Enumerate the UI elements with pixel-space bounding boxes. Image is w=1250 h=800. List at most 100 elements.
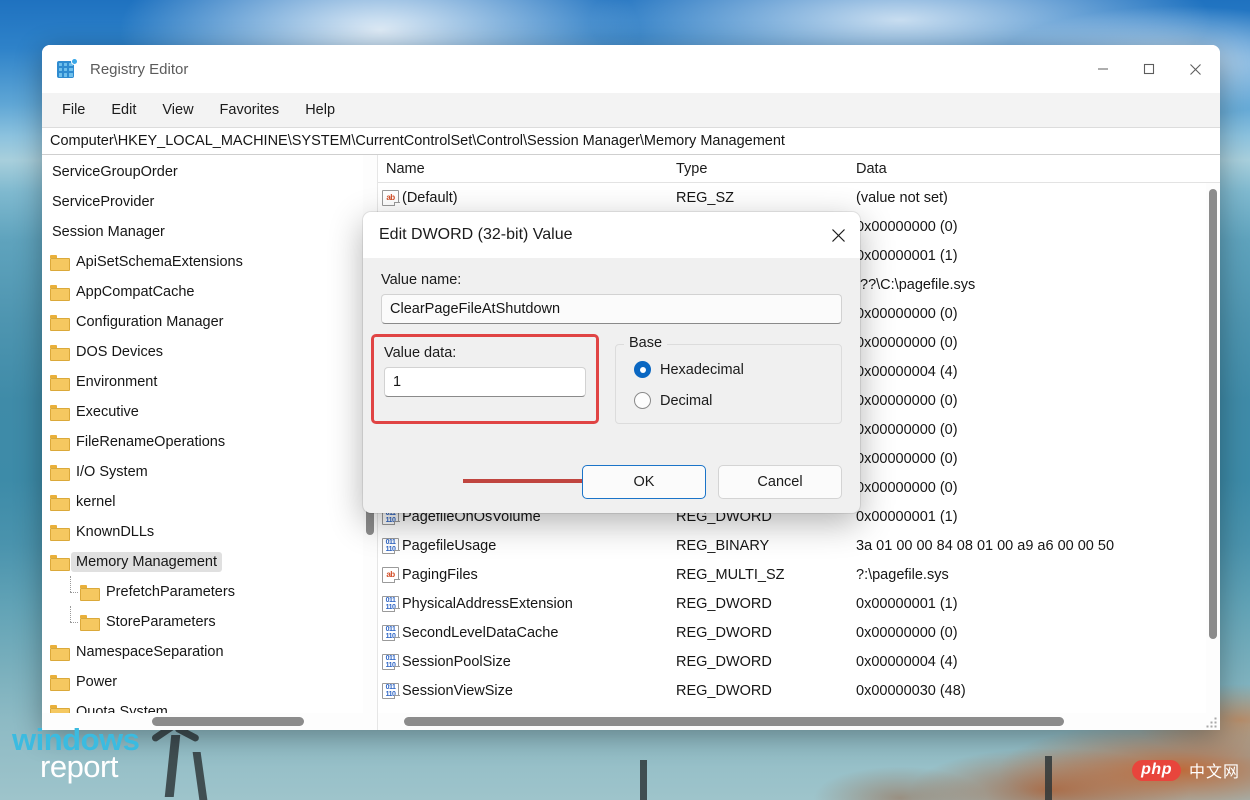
values-cell-data: 0x00000004 (4): [848, 364, 1206, 380]
values-cell-name: 011110PagefileUsage: [378, 538, 668, 554]
window-resize-grip[interactable]: [1206, 716, 1218, 728]
php-logo: php: [1132, 760, 1181, 781]
registry-editor-icon: [56, 58, 78, 80]
folder-icon: [50, 375, 68, 389]
tree-item-label: KnownDLLs: [71, 522, 159, 542]
tree-item[interactable]: AppCompatCache: [42, 277, 363, 307]
windows-report-watermark: windows report: [12, 726, 139, 781]
values-row[interactable]: ab(Default)REG_SZ(value not set): [378, 183, 1206, 212]
close-button[interactable]: [1172, 45, 1218, 93]
values-cell-name: 011110SessionPoolSize: [378, 654, 668, 670]
tree-item-label: Power: [71, 672, 122, 692]
dialog-middle-row: Value data: 1 Base Hexadecimal Decimal: [381, 340, 842, 424]
tree-hscroll-thumb[interactable]: [152, 717, 304, 726]
tree-item[interactable]: Quota System: [42, 697, 363, 713]
tree-item[interactable]: ServiceProvider: [42, 187, 363, 217]
tree-item[interactable]: Environment: [42, 367, 363, 397]
tree-item[interactable]: KnownDLLs: [42, 517, 363, 547]
dialog-title: Edit DWORD (32-bit) Value: [379, 226, 816, 244]
values-cell-data: 0x00000001 (1): [848, 596, 1206, 612]
tree-item[interactable]: PrefetchParameters: [42, 577, 363, 607]
dialog-titlebar: Edit DWORD (32-bit) Value: [363, 212, 860, 258]
values-cell-data: 0x00000001 (1): [848, 509, 1206, 525]
values-cell-data: 0x00000000 (0): [848, 393, 1206, 409]
values-cell-name: 011110SecondLevelDataCache: [378, 625, 668, 641]
value-data-label: Value data:: [384, 345, 586, 361]
radio-decimal-icon[interactable]: [634, 392, 651, 409]
values-row[interactable]: 011110SecondLevelDataCacheREG_DWORD0x000…: [378, 618, 1206, 647]
values-cell-name: 011110SessionViewSize: [378, 683, 668, 699]
menu-item-edit[interactable]: Edit: [99, 99, 148, 121]
values-cell-type: REG_BINARY: [668, 538, 848, 554]
tree-item[interactable]: ApiSetSchemaExtensions: [42, 247, 363, 277]
tree-item[interactable]: DOS Devices: [42, 337, 363, 367]
value-name-input[interactable]: ClearPageFileAtShutdown: [381, 294, 842, 324]
address-path-text: Computer\HKEY_LOCAL_MACHINE\SYSTEM\Curre…: [50, 133, 785, 149]
value-name-label: Value name:: [381, 272, 842, 288]
tree-item-label: Environment: [71, 372, 162, 392]
column-header-type[interactable]: Type: [668, 161, 848, 177]
folder-icon: [50, 255, 68, 269]
ok-button[interactable]: OK: [582, 465, 706, 499]
reg-binary-icon: 011110: [382, 538, 399, 554]
dialog-button-row: OK Cancel: [582, 465, 842, 499]
reg-binary-icon: 011110: [382, 625, 399, 641]
base-option-hexadecimal[interactable]: Hexadecimal: [628, 361, 829, 378]
values-row[interactable]: 011110SessionViewSizeREG_DWORD0x00000030…: [378, 676, 1206, 705]
values-row[interactable]: 011110PhysicalAddressExtensionREG_DWORD0…: [378, 589, 1206, 618]
tree-item[interactable]: ServiceGroupOrder: [42, 157, 363, 187]
values-row[interactable]: 011110PagefileUsageREG_BINARY3a 01 00 00…: [378, 531, 1206, 560]
tree-item-label: Session Manager: [47, 222, 170, 242]
tree-item[interactable]: NamespaceSeparation: [42, 637, 363, 667]
tree-item[interactable]: Configuration Manager: [42, 307, 363, 337]
tree-item-label: NamespaceSeparation: [71, 642, 229, 662]
address-bar[interactable]: Computer\HKEY_LOCAL_MACHINE\SYSTEM\Curre…: [42, 127, 1220, 155]
folder-icon: [50, 525, 68, 539]
values-hscroll-thumb[interactable]: [404, 717, 1064, 726]
values-name-text: PagefileUsage: [402, 538, 496, 554]
folder-icon: [50, 315, 68, 329]
tree-item-label: Executive: [71, 402, 144, 422]
folder-icon: [80, 585, 98, 599]
tree-item[interactable]: I/O System: [42, 457, 363, 487]
tree-connector-line: [64, 585, 78, 599]
menu-item-view[interactable]: View: [150, 99, 205, 121]
tree-item[interactable]: Power: [42, 667, 363, 697]
values-cell-data: 0x00000001 (1): [848, 248, 1206, 264]
base-option-decimal[interactable]: Decimal: [628, 392, 829, 409]
cancel-button[interactable]: Cancel: [718, 465, 842, 499]
tree-item[interactable]: Executive: [42, 397, 363, 427]
tree-item[interactable]: kernel: [42, 487, 363, 517]
column-header-data[interactable]: Data: [848, 161, 1220, 177]
values-vertical-scrollbar[interactable]: [1206, 183, 1220, 713]
wallpaper-silhouette-4: [1045, 756, 1052, 800]
column-header-name[interactable]: Name: [378, 161, 668, 177]
tree-item[interactable]: Memory Management: [42, 547, 363, 577]
menu-item-file[interactable]: File: [50, 99, 97, 121]
values-horizontal-scrollbar[interactable]: [378, 713, 1220, 730]
reg-string-icon: ab: [382, 567, 399, 583]
minimize-button[interactable]: [1080, 45, 1126, 93]
dialog-body: Value name: ClearPageFileAtShutdown Valu…: [363, 258, 860, 513]
php-cn-text: 中文网: [1189, 758, 1240, 782]
values-row[interactable]: abPagingFilesREG_MULTI_SZ?:\pagefile.sys: [378, 560, 1206, 589]
tree-item[interactable]: Session Manager: [42, 217, 363, 247]
values-cell-name: ab(Default): [378, 190, 668, 206]
values-vscroll-thumb[interactable]: [1209, 189, 1217, 639]
window-titlebar: Registry Editor: [42, 45, 1220, 93]
dialog-close-button[interactable]: [816, 212, 860, 258]
values-cell-name: abPagingFiles: [378, 567, 668, 583]
radio-hexadecimal-icon[interactable]: [634, 361, 651, 378]
menu-bar: File Edit View Favorites Help: [42, 93, 1220, 127]
value-data-input[interactable]: 1: [384, 367, 586, 397]
folder-icon: [50, 405, 68, 419]
values-cell-data: ?:\pagefile.sys: [848, 567, 1206, 583]
values-row[interactable]: 011110SessionPoolSizeREG_DWORD0x00000004…: [378, 647, 1206, 676]
menu-item-favorites[interactable]: Favorites: [208, 99, 292, 121]
menu-item-help[interactable]: Help: [293, 99, 347, 121]
tree-item[interactable]: StoreParameters: [42, 607, 363, 637]
maximize-button[interactable]: [1126, 45, 1172, 93]
tree-item-label: DOS Devices: [71, 342, 168, 362]
folder-icon: [50, 465, 68, 479]
tree-item[interactable]: FileRenameOperations: [42, 427, 363, 457]
